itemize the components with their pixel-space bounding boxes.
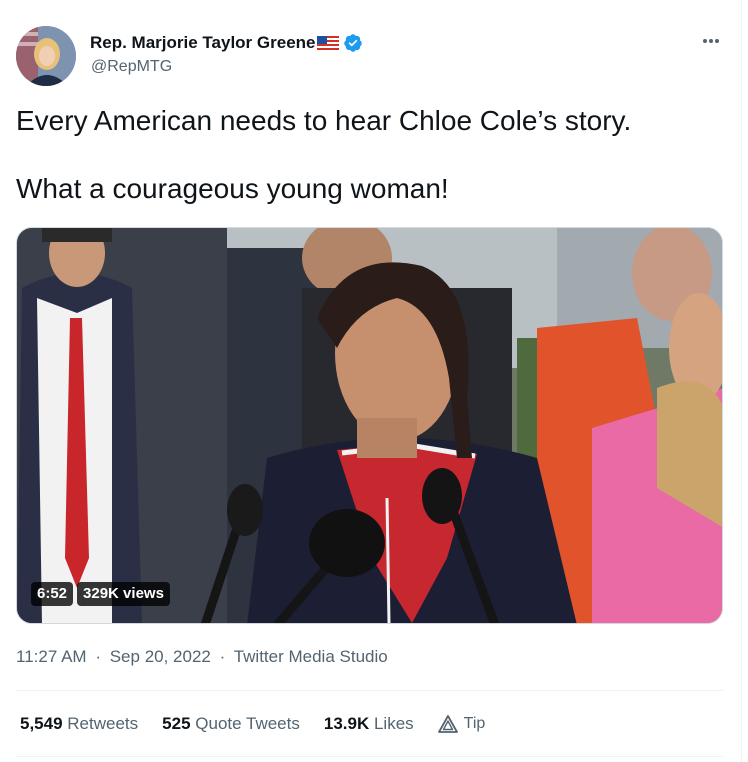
tweet-text: Every American needs to hear Chloe Cole’… xyxy=(16,104,716,206)
video-duration-badge: 6:52 xyxy=(31,582,74,606)
video-player[interactable]: 6:52 329K views xyxy=(16,227,723,624)
tweet-source[interactable]: Twitter Media Studio xyxy=(234,647,388,666)
quote-tweets-stat[interactable]: 525 Quote Tweets xyxy=(162,714,300,734)
timeline-border xyxy=(741,0,742,762)
verified-badge-icon xyxy=(343,33,363,53)
likes-label: Likes xyxy=(373,714,414,733)
tweet-meta: 11:27 AM · Sep 20, 2022 · Twitter Media … xyxy=(16,647,388,667)
likes-count: 13.9K xyxy=(323,714,370,733)
divider xyxy=(16,756,723,757)
quotes-count: 525 xyxy=(162,714,191,733)
meta-separator: · xyxy=(219,647,226,666)
us-flag-icon xyxy=(317,36,340,50)
retweets-stat[interactable]: 5,549 Retweets xyxy=(20,714,138,734)
likes-stat[interactable]: 13.9K Likes xyxy=(324,714,414,734)
quotes-label: Quote Tweets xyxy=(195,714,300,733)
tweet-line-2: What a courageous young woman! xyxy=(16,173,449,204)
tip-label: Tip xyxy=(463,715,486,732)
author-handle[interactable]: @RepMTG xyxy=(91,58,172,76)
tweet-time[interactable]: 11:27 AM xyxy=(16,647,87,666)
more-options-icon[interactable] xyxy=(700,30,722,52)
tip-button[interactable]: Tip xyxy=(437,715,486,733)
divider xyxy=(16,690,723,691)
tip-icon xyxy=(437,715,458,733)
retweets-count: 5,549 xyxy=(20,714,63,733)
author-name[interactable]: Rep. Marjorie Taylor Greene xyxy=(90,33,315,53)
video-views-badge: 329K views xyxy=(77,582,170,606)
tweet-date[interactable]: Sep 20, 2022 xyxy=(110,647,211,666)
retweets-label: Retweets xyxy=(67,714,139,733)
video-thumbnail xyxy=(17,228,722,623)
avatar[interactable] xyxy=(16,26,76,86)
tweet-line-1: Every American needs to hear Chloe Cole’… xyxy=(16,105,632,136)
meta-separator: · xyxy=(95,647,101,666)
tweet-stats: 5,549 Retweets 525 Quote Tweets 13.9K Li… xyxy=(20,712,485,736)
